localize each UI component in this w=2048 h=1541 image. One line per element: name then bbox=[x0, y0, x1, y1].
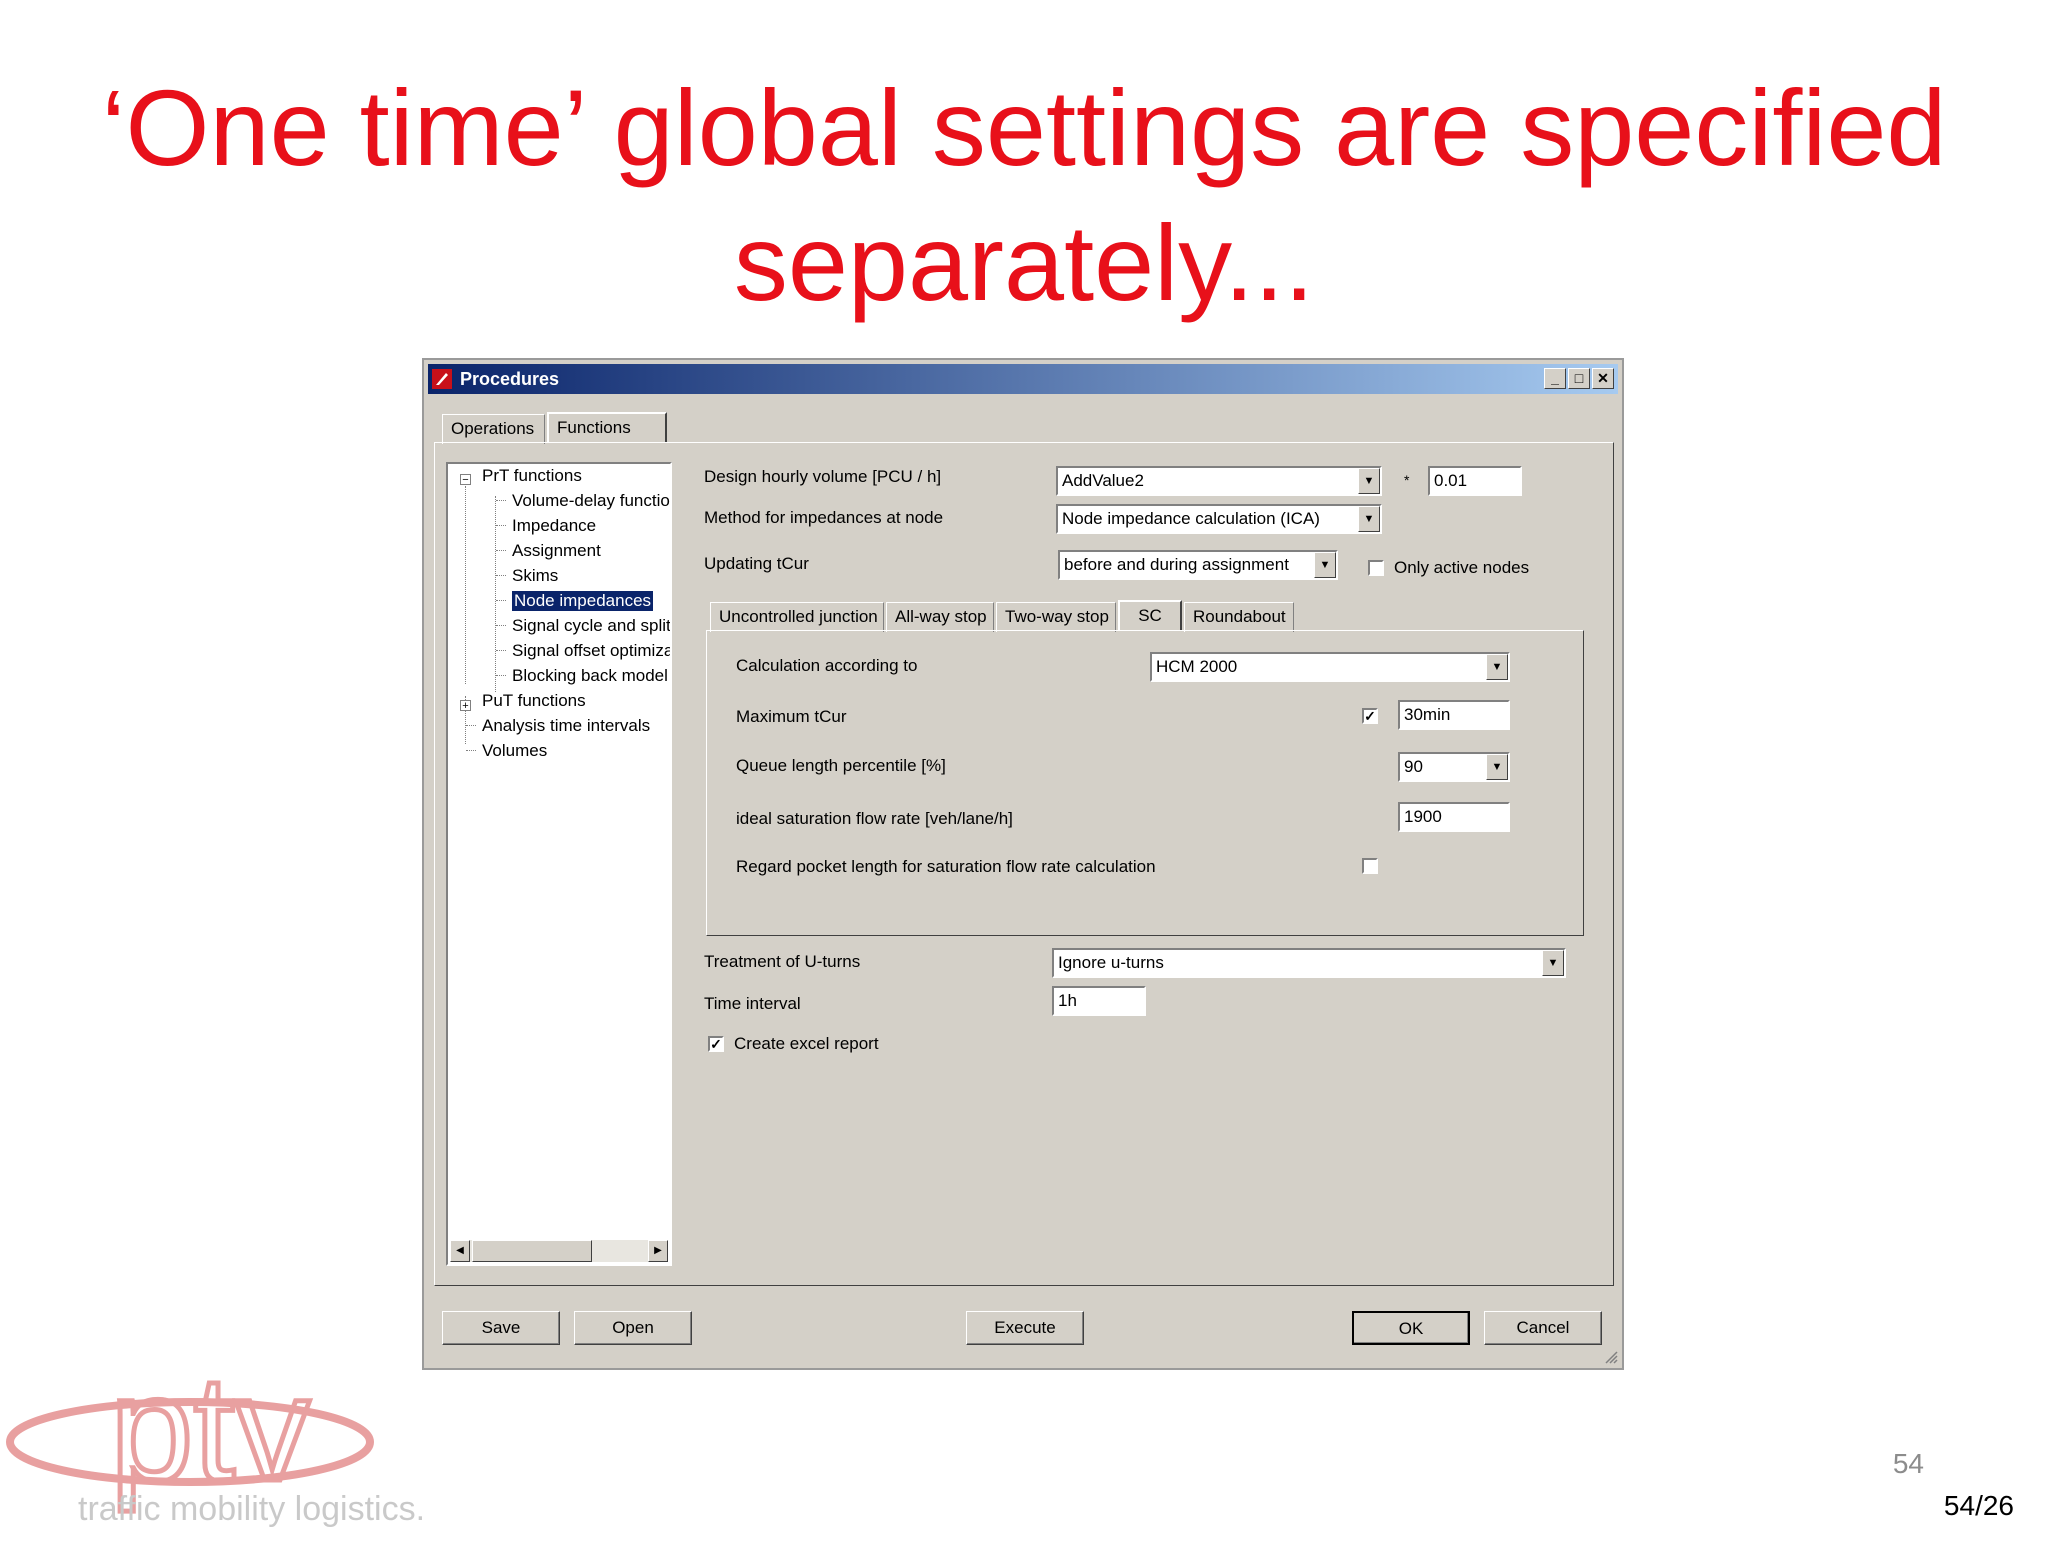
method-value: Node impedance calculation (ICA) bbox=[1062, 509, 1320, 528]
scroll-left-icon[interactable]: ◀ bbox=[450, 1240, 470, 1262]
multiply-sign: * bbox=[1404, 472, 1410, 488]
chevron-down-icon[interactable]: ▼ bbox=[1314, 552, 1336, 578]
uturn-value: Ignore u-turns bbox=[1058, 953, 1164, 972]
minimize-button[interactable]: _ bbox=[1544, 368, 1566, 389]
tree-horizontal-scrollbar[interactable]: ◀ ▶ bbox=[450, 1240, 668, 1262]
tree-item-impedance[interactable]: Impedance bbox=[512, 516, 596, 536]
pocket-length-label: Regard pocket length for saturation flow… bbox=[736, 857, 1156, 876]
updating-tcur-select[interactable]: before and during assignment ▼ bbox=[1058, 550, 1338, 580]
logo-tagline: traffic mobility logistics. bbox=[78, 1490, 425, 1528]
calculation-select[interactable]: HCM 2000 ▼ bbox=[1150, 652, 1510, 682]
function-tree[interactable]: − PrT functions Volume-delay functio Imp… bbox=[446, 462, 672, 1266]
tree-item-volume-delay[interactable]: Volume-delay functio bbox=[512, 491, 670, 511]
calculation-value: HCM 2000 bbox=[1156, 657, 1238, 676]
excel-report-checkbox[interactable]: ✓ bbox=[708, 1036, 724, 1052]
collapse-icon[interactable]: − bbox=[460, 474, 471, 486]
saturation-flow-label: ideal saturation flow rate [veh/lane/h] bbox=[736, 809, 1013, 828]
tree-item-blocking-back[interactable]: Blocking back model bbox=[512, 666, 668, 686]
subtab-roundabout[interactable]: Roundabout bbox=[1184, 602, 1294, 632]
scroll-right-icon[interactable]: ▶ bbox=[648, 1240, 668, 1262]
app-icon bbox=[432, 369, 452, 389]
subtab-uncontrolled-junction[interactable]: Uncontrolled junction bbox=[710, 602, 884, 632]
uturn-select[interactable]: Ignore u-turns ▼ bbox=[1052, 948, 1566, 978]
slide-title: ‘One time’ global settings are specified… bbox=[0, 60, 2048, 330]
queue-length-label: Queue length percentile [%] bbox=[736, 756, 946, 775]
window-titlebar[interactable]: Procedures _ □ ✕ bbox=[428, 364, 1618, 394]
tab-operations[interactable]: Operations bbox=[442, 414, 545, 444]
queue-length-select[interactable]: 90 ▼ bbox=[1398, 752, 1510, 782]
max-tcur-checkbox[interactable]: ✓ bbox=[1362, 708, 1378, 724]
tree-item-signal-offset[interactable]: Signal offset optimiza bbox=[512, 641, 670, 661]
tree-item-prt-functions[interactable]: PrT functions bbox=[482, 466, 582, 486]
chevron-down-icon[interactable]: ▼ bbox=[1358, 506, 1380, 532]
calculation-label: Calculation according to bbox=[736, 656, 918, 675]
subtab-two-way-stop[interactable]: Two-way stop bbox=[996, 602, 1116, 632]
time-interval-label: Time interval bbox=[704, 994, 801, 1013]
check-icon: ✓ bbox=[710, 1036, 722, 1052]
slide-title-line1: ‘One time’ global settings are specified bbox=[101, 67, 1947, 188]
window-title: Procedures bbox=[460, 369, 560, 389]
check-icon: ✓ bbox=[1364, 708, 1376, 724]
ptv-logo: ptv traffic mobility logistics. bbox=[0, 1330, 460, 1536]
subtab-all-way-stop[interactable]: All-way stop bbox=[886, 602, 994, 632]
tree-item-signal-cycle[interactable]: Signal cycle and split bbox=[512, 616, 670, 636]
cancel-button[interactable]: Cancel bbox=[1484, 1311, 1602, 1345]
scrollbar-thumb[interactable] bbox=[472, 1240, 592, 1262]
chevron-down-icon[interactable]: ▼ bbox=[1542, 950, 1564, 976]
chevron-down-icon[interactable]: ▼ bbox=[1486, 654, 1508, 680]
slide-page-fraction: 54/26 bbox=[1943, 1490, 2014, 1521]
chevron-down-icon[interactable]: ▼ bbox=[1486, 754, 1508, 780]
tree-item-node-impedances[interactable]: Node impedances bbox=[510, 590, 655, 612]
updating-tcur-label: Updating tCur bbox=[704, 554, 809, 573]
design-hourly-volume-select[interactable]: AddValue2 ▼ bbox=[1056, 466, 1382, 496]
tree-item-put-functions[interactable]: PuT functions bbox=[482, 691, 586, 711]
pocket-length-checkbox[interactable] bbox=[1362, 858, 1378, 874]
tree-item-assignment[interactable]: Assignment bbox=[512, 541, 601, 561]
close-button[interactable]: ✕ bbox=[1592, 368, 1614, 389]
only-active-nodes-label: Only active nodes bbox=[1394, 558, 1530, 577]
tree-item-volumes[interactable]: Volumes bbox=[482, 741, 547, 761]
ptv-logo-graphic: ptv traffic mobility logistics. bbox=[6, 1342, 425, 1528]
tree-item-skims[interactable]: Skims bbox=[512, 566, 558, 586]
excel-report-label: Create excel report bbox=[734, 1034, 879, 1053]
maximize-button[interactable]: □ bbox=[1568, 368, 1590, 389]
only-active-nodes-checkbox[interactable] bbox=[1368, 560, 1384, 576]
design-hourly-volume-value: AddValue2 bbox=[1062, 471, 1144, 490]
max-tcur-label: Maximum tCur bbox=[736, 707, 847, 726]
chevron-down-icon[interactable]: ▼ bbox=[1358, 468, 1380, 494]
design-hourly-volume-label: Design hourly volume [PCU / h] bbox=[704, 467, 942, 486]
open-button[interactable]: Open bbox=[574, 1311, 692, 1345]
max-tcur-input[interactable]: 30min bbox=[1398, 700, 1510, 730]
resize-grip-icon[interactable] bbox=[1602, 1348, 1618, 1364]
method-label: Method for impedances at node bbox=[704, 508, 944, 527]
logo-mark: ptv bbox=[110, 1344, 310, 1512]
slide-page-number: 54 bbox=[1892, 1448, 1924, 1479]
queue-length-value: 90 bbox=[1404, 757, 1423, 776]
subtab-sc[interactable]: SC bbox=[1118, 600, 1182, 630]
uturn-label: Treatment of U-turns bbox=[704, 952, 861, 971]
tab-functions[interactable]: Functions bbox=[547, 412, 667, 442]
tree-item-analysis-time-intervals[interactable]: Analysis time intervals bbox=[482, 716, 650, 736]
expand-icon[interactable]: + bbox=[460, 700, 471, 712]
updating-tcur-value: before and during assignment bbox=[1064, 555, 1289, 574]
procedures-window: Procedures _ □ ✕ Operations Functions − … bbox=[422, 358, 1624, 1370]
ok-button[interactable]: OK bbox=[1352, 1311, 1470, 1345]
slide-title-line2: separately... bbox=[733, 202, 1315, 323]
execute-button[interactable]: Execute bbox=[966, 1311, 1084, 1345]
saturation-flow-input[interactable]: 1900 bbox=[1398, 802, 1510, 832]
method-select[interactable]: Node impedance calculation (ICA) ▼ bbox=[1056, 504, 1382, 534]
factor-input[interactable]: 0.01 bbox=[1428, 466, 1522, 496]
time-interval-input[interactable]: 1h bbox=[1052, 986, 1146, 1016]
